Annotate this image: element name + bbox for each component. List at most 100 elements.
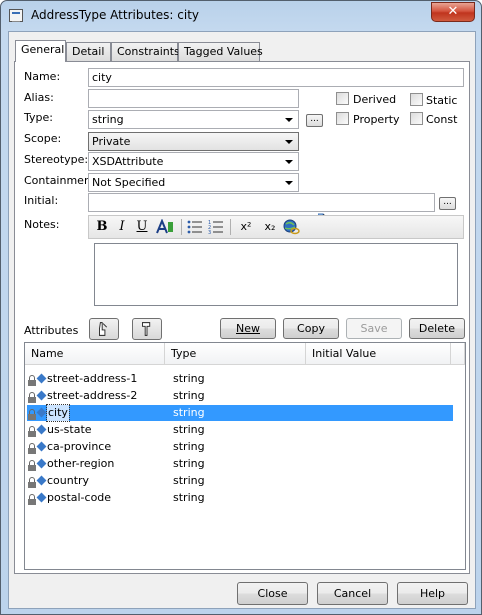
notes-label: Notes:: [24, 218, 60, 231]
attribute-row[interactable]: other-region string: [27, 456, 453, 472]
containment-combo[interactable]: Not Specified: [88, 173, 299, 192]
attribute-diamond-icon: [36, 458, 47, 469]
lock-icon: [28, 392, 36, 403]
type-label: Type:: [24, 111, 53, 124]
numbered-list-icon[interactable]: 1 2 3: [208, 219, 224, 235]
bold-button[interactable]: B: [95, 219, 109, 235]
attributes-list[interactable]: Name Type Initial Value street-address-1…: [24, 342, 466, 570]
type-combo[interactable]: string: [88, 110, 299, 129]
attribute-name: country: [47, 474, 90, 487]
window-title: AddressType Attributes: city: [31, 8, 199, 22]
attribute-diamond-icon: [36, 390, 47, 401]
new-button[interactable]: New: [220, 318, 276, 339]
attribute-row[interactable]: street-address-1 string: [27, 371, 453, 387]
reorder-attribute-icon[interactable]: [132, 318, 162, 340]
attribute-diamond-icon: [36, 373, 47, 384]
attribute-type: string: [173, 423, 205, 436]
alias-label: Alias:: [24, 91, 54, 104]
attribute-row[interactable]: us-state string: [27, 422, 453, 438]
attribute-row[interactable]: ca-province string: [27, 439, 453, 455]
attribute-icon: [28, 407, 47, 420]
copy-button[interactable]: Copy: [283, 318, 339, 339]
svg-text:3: 3: [208, 230, 211, 235]
edit-attribute-icon[interactable]: [89, 318, 119, 340]
derived-checkbox[interactable]: [336, 92, 349, 105]
tab-general[interactable]: General: [15, 40, 66, 62]
attribute-name: other-region: [47, 457, 115, 470]
initial-label: Initial:: [24, 194, 59, 207]
delete-button[interactable]: Delete: [409, 318, 465, 339]
bullet-list-icon[interactable]: [187, 219, 203, 235]
help-button[interactable]: Help: [397, 582, 468, 605]
lock-icon: [28, 426, 36, 437]
close-button[interactable]: Close: [237, 582, 308, 605]
save-button[interactable]: Save: [346, 318, 402, 339]
attribute-row[interactable]: city string: [27, 404, 453, 422]
italic-button[interactable]: I: [116, 219, 128, 235]
attribute-type: string: [173, 372, 205, 385]
attribute-type: string: [173, 406, 205, 419]
attribute-name: postal-code: [47, 491, 112, 504]
const-checkbox[interactable]: [410, 112, 423, 125]
superscript-button[interactable]: x²: [237, 219, 255, 235]
derived-label: Derived: [353, 93, 397, 106]
font-color-icon[interactable]: [155, 219, 175, 235]
attribute-name: street-address-1: [47, 372, 138, 385]
name-label: Name:: [24, 70, 61, 83]
initial-field[interactable]: [88, 193, 435, 212]
attribute-row[interactable]: country string: [27, 473, 453, 489]
attribute-icon: [28, 424, 47, 437]
attribute-icon: [28, 441, 47, 454]
attribute-diamond-icon: [36, 475, 47, 486]
tab-detail[interactable]: Detail: [66, 42, 111, 61]
attribute-name: ca-province: [47, 440, 112, 453]
column-header-type[interactable]: Type: [165, 343, 306, 365]
property-checkbox[interactable]: [336, 112, 349, 125]
stereotype-label: Stereotype:: [24, 153, 89, 166]
type-browse-button[interactable]: ...: [306, 114, 323, 127]
name-field[interactable]: city: [88, 68, 464, 87]
static-checkbox[interactable]: [410, 93, 423, 106]
lock-icon: [28, 409, 36, 420]
hyperlink-icon[interactable]: [283, 219, 301, 235]
tab-tagged-values[interactable]: Tagged Values: [178, 42, 263, 61]
attribute-diamond-icon: [36, 407, 47, 418]
attribute-row[interactable]: postal-code string: [27, 490, 453, 506]
stereotype-combo[interactable]: XSDAttribute: [88, 152, 299, 171]
attribute-type: string: [173, 474, 205, 487]
static-label: Static: [426, 94, 458, 107]
notes-toolbar: B I U 1 2 3 x² x₂: [88, 215, 464, 239]
attribute-icon: [28, 458, 47, 471]
attribute-icon: [28, 390, 47, 403]
alias-field[interactable]: [88, 89, 299, 108]
lock-icon: [28, 494, 36, 505]
column-header-name[interactable]: Name: [25, 343, 165, 365]
general-panel: Name: city Alias: Type: string ... Deriv…: [14, 61, 470, 574]
cancel-button[interactable]: Cancel: [317, 582, 388, 605]
attribute-icon: [28, 373, 47, 386]
toolbar-separator: [181, 219, 182, 235]
tab-constraints[interactable]: Constraints: [111, 42, 180, 61]
column-header-filler: [451, 343, 465, 365]
attribute-icon: [28, 492, 47, 505]
window-close-button[interactable]: ✕: [431, 2, 475, 22]
attribute-type: string: [173, 457, 205, 470]
attribute-row[interactable]: street-address-2 string: [27, 388, 453, 404]
attribute-type: string: [173, 491, 205, 504]
initial-browse-button[interactable]: ...: [439, 197, 456, 210]
underline-button[interactable]: U: [135, 219, 149, 235]
lock-icon: [28, 460, 36, 471]
lock-icon: [28, 443, 36, 454]
app-icon: [9, 9, 23, 22]
toolbar-separator: [230, 219, 231, 235]
scope-combo[interactable]: Private: [88, 132, 299, 151]
attribute-diamond-icon: [36, 424, 47, 435]
attribute-name: us-state: [47, 423, 92, 436]
column-header-initial-value[interactable]: Initial Value: [306, 343, 451, 365]
attribute-type: string: [173, 389, 205, 402]
lock-icon: [28, 477, 36, 488]
title-bar[interactable]: AddressType Attributes: city ✕: [1, 1, 481, 31]
subscript-button[interactable]: x₂: [261, 219, 279, 235]
attribute-icon: [28, 475, 47, 488]
notes-textarea[interactable]: [94, 243, 458, 306]
